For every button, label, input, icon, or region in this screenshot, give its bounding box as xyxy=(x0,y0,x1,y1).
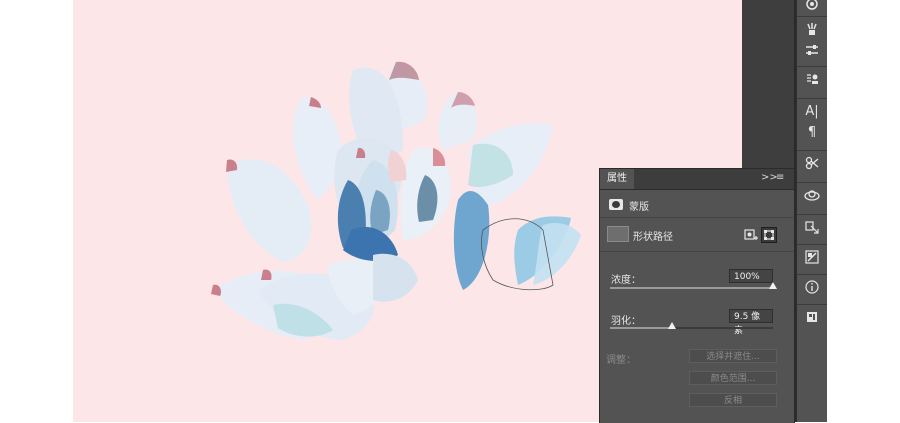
feather-field[interactable]: 9.5 像素 xyxy=(729,309,773,336)
add-pixel-mask-icon[interactable] xyxy=(744,228,758,242)
clone-source-icon[interactable] xyxy=(797,66,827,91)
tab-properties[interactable]: 属性 xyxy=(600,169,634,189)
libraries-icon[interactable] xyxy=(797,182,827,207)
density-slider-fill xyxy=(610,287,773,289)
tool-presets-icon[interactable] xyxy=(797,150,827,175)
properties-panel: 属性 >> ≡ 蒙版 形状路径 浓度： 100% 羽化： 9.5 像素 调整： … xyxy=(599,168,795,423)
vector-mask-icon[interactable] xyxy=(761,227,777,243)
feather-slider-knob[interactable] xyxy=(667,322,676,329)
paragraph-icon[interactable]: ¶ xyxy=(797,120,827,144)
info-icon[interactable] xyxy=(797,274,827,299)
color-range-button[interactable]: 颜色范围... xyxy=(689,371,777,385)
adjustments-icon[interactable] xyxy=(797,38,827,62)
feather-label: 羽化： xyxy=(611,316,641,327)
density-slider[interactable] xyxy=(610,287,773,289)
3d-icon[interactable] xyxy=(797,304,827,329)
adjust-label: 调整： xyxy=(606,355,636,366)
density-label: 浓度： xyxy=(611,275,641,286)
brush-settings-icon[interactable] xyxy=(797,0,827,16)
outer-margin xyxy=(827,0,900,422)
feather-slider[interactable] xyxy=(610,327,773,329)
shape-path-label: 形状路径 xyxy=(633,232,673,243)
panel-menu-icon[interactable]: ≡ xyxy=(776,172,784,183)
invert-button[interactable]: 反相 xyxy=(689,393,777,407)
density-field[interactable]: 100% xyxy=(729,269,773,283)
paths-icon[interactable] xyxy=(797,214,827,239)
vector-mask-thumbnail[interactable] xyxy=(607,226,629,242)
feather-slider-fill xyxy=(610,327,672,329)
panel-icon-toolbar: A| ¶ xyxy=(796,0,828,422)
mask-icon xyxy=(609,199,623,210)
panel-header: 属性 >> ≡ xyxy=(600,169,794,190)
navigator-icon[interactable] xyxy=(797,244,827,269)
shape-path-row: 形状路径 xyxy=(600,225,794,243)
mask-section-header: 蒙版 xyxy=(600,197,794,213)
mask-label: 蒙版 xyxy=(629,202,649,213)
select-and-mask-button[interactable]: 选择并遮住... xyxy=(689,349,777,363)
density-slider-knob[interactable] xyxy=(769,282,777,289)
